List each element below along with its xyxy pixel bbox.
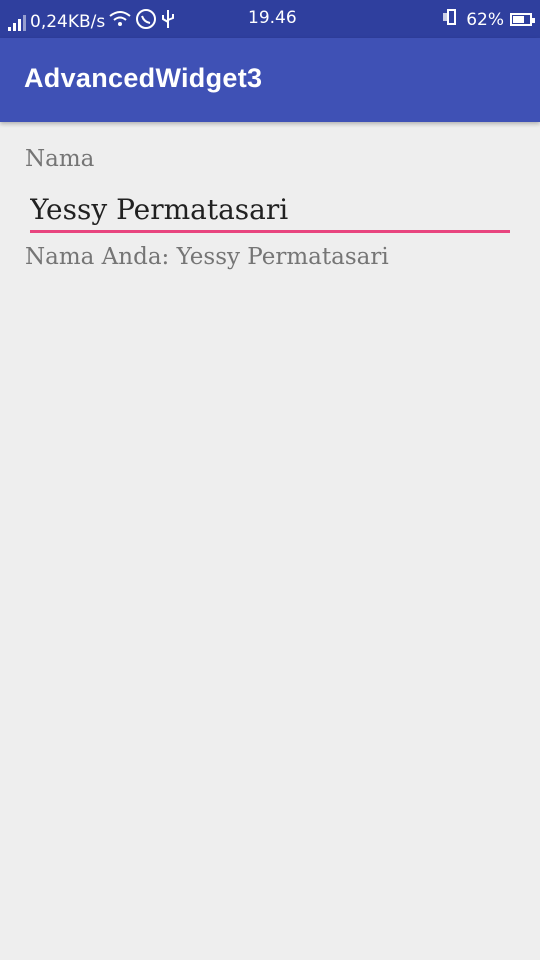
wifi-icon (109, 10, 131, 33)
name-input-container[interactable] (30, 188, 510, 236)
name-input[interactable] (30, 188, 510, 230)
name-result-text: Nama Anda: Yessy Permatasari (25, 244, 389, 270)
signal-icon (8, 13, 26, 31)
input-underline (30, 230, 510, 233)
clock: 19.46 (248, 8, 297, 28)
whatsapp-icon (135, 8, 157, 35)
net-speed: 0,24KB/s (30, 11, 106, 32)
name-label: Nama (25, 146, 95, 172)
battery-percent: 62% (466, 9, 504, 30)
status-bar: 0,24KB/s 19.46 62% (0, 0, 540, 38)
app-bar: AdvancedWidget3 (0, 38, 540, 122)
usb-icon (161, 9, 175, 34)
app-title: AdvancedWidget3 (24, 63, 263, 93)
vibrate-icon (442, 8, 460, 31)
battery-icon (510, 13, 535, 26)
